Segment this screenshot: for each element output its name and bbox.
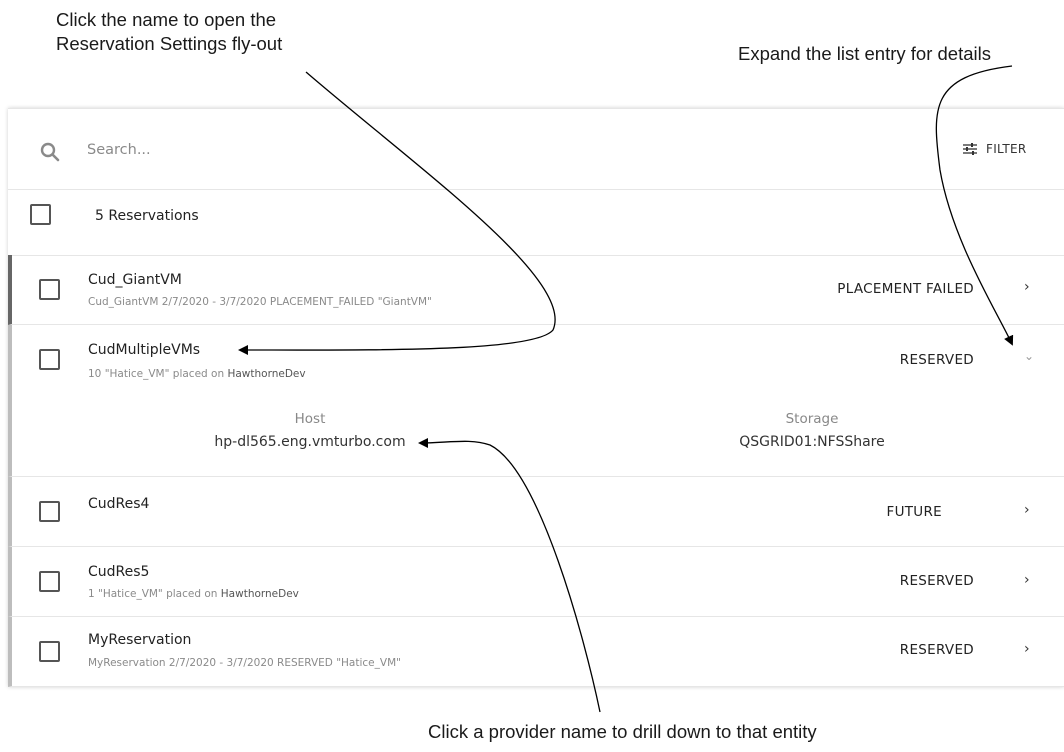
status-badge: RESERVED [899, 642, 974, 658]
status-badge: RESERVED [899, 573, 974, 589]
provider-link[interactable]: HawthorneDev [221, 588, 299, 600]
storage-link[interactable]: QSGRID01:NFSShare [692, 434, 932, 450]
host-link[interactable]: hp-dl565.eng.vmturbo.com [190, 434, 430, 450]
reservation-row: Cud_GiantVM Cud_GiantVM 2/7/2020 - 3/7/2… [8, 255, 1064, 325]
reservation-subtitle: MyReservation 2/7/2020 - 3/7/2020 RESERV… [88, 657, 401, 669]
host-detail: Host hp-dl565.eng.vmturbo.com [190, 411, 430, 450]
row-checkbox[interactable] [39, 279, 60, 300]
provider-link[interactable]: HawthorneDev [227, 368, 305, 380]
reservation-subtitle: 1 "Hatice_VM" placed on HawthorneDev [88, 588, 299, 600]
status-badge: FUTURE [886, 504, 942, 520]
search-icon [40, 142, 60, 162]
filter-label: FILTER [986, 142, 1027, 156]
reservation-name[interactable]: CudRes4 [88, 496, 149, 512]
sliders-icon [963, 143, 977, 155]
row-checkbox[interactable] [39, 349, 60, 370]
reservation-row: MyReservation MyReservation 2/7/2020 - 3… [8, 617, 1064, 687]
row-checkbox[interactable] [39, 501, 60, 522]
reservation-name[interactable]: CudMultipleVMs [88, 342, 200, 358]
host-label: Host [294, 411, 326, 427]
reservation-subtitle: 10 "Hatice_VM" placed on HawthorneDev [88, 368, 306, 380]
row-checkbox[interactable] [39, 641, 60, 662]
search-input[interactable] [87, 137, 787, 163]
select-all-checkbox[interactable] [30, 204, 51, 225]
callout-line: Reservation Settings fly-out [56, 33, 283, 54]
status-badge: PLACEMENT FAILED [837, 281, 974, 297]
filter-button[interactable]: FILTER [962, 139, 1027, 159]
reservation-count: 5 Reservations [95, 208, 199, 224]
chevron-right-icon[interactable]: › [1024, 572, 1030, 588]
storage-label: Storage [785, 411, 839, 427]
row-checkbox[interactable] [39, 571, 60, 592]
reservation-name[interactable]: CudRes5 [88, 564, 149, 580]
chevron-right-icon[interactable]: › [1024, 641, 1030, 657]
reservations-panel: FILTER 5 Reservations Cud_GiantVM Cud_Gi… [8, 108, 1064, 687]
reservation-row: CudRes5 1 "Hatice_VM" placed on Hawthorn… [8, 547, 1064, 617]
status-badge: RESERVED [899, 352, 974, 368]
reservation-row: CudRes4 FUTURE › [8, 477, 1064, 547]
reservation-row-expanded: CudMultipleVMs 10 "Hatice_VM" placed on … [8, 325, 1064, 477]
subtitle-text: 1 "Hatice_VM" placed on [88, 588, 221, 600]
reservation-subtitle: Cud_GiantVM 2/7/2020 - 3/7/2020 PLACEMEN… [88, 296, 432, 308]
reservation-name[interactable]: MyReservation [88, 632, 191, 648]
callout-expand-details: Expand the list entry for details [738, 43, 991, 64]
storage-detail: Storage QSGRID01:NFSShare [692, 411, 932, 450]
chevron-right-icon[interactable]: › [1024, 279, 1030, 295]
search-bar: FILTER [8, 109, 1064, 190]
callout-open-settings: Click the name to open the Reservation S… [56, 8, 282, 56]
chevron-right-icon[interactable]: › [1024, 502, 1030, 518]
chevron-down-icon[interactable]: ⌄ [1024, 349, 1034, 363]
reservation-name[interactable]: Cud_GiantVM [88, 272, 182, 288]
callout-drill-down: Click a provider name to drill down to t… [428, 721, 817, 742]
callout-line: Click the name to open the [56, 9, 277, 30]
select-all-row: 5 Reservations [8, 189, 1064, 256]
subtitle-text: 10 "Hatice_VM" placed on [88, 368, 228, 380]
